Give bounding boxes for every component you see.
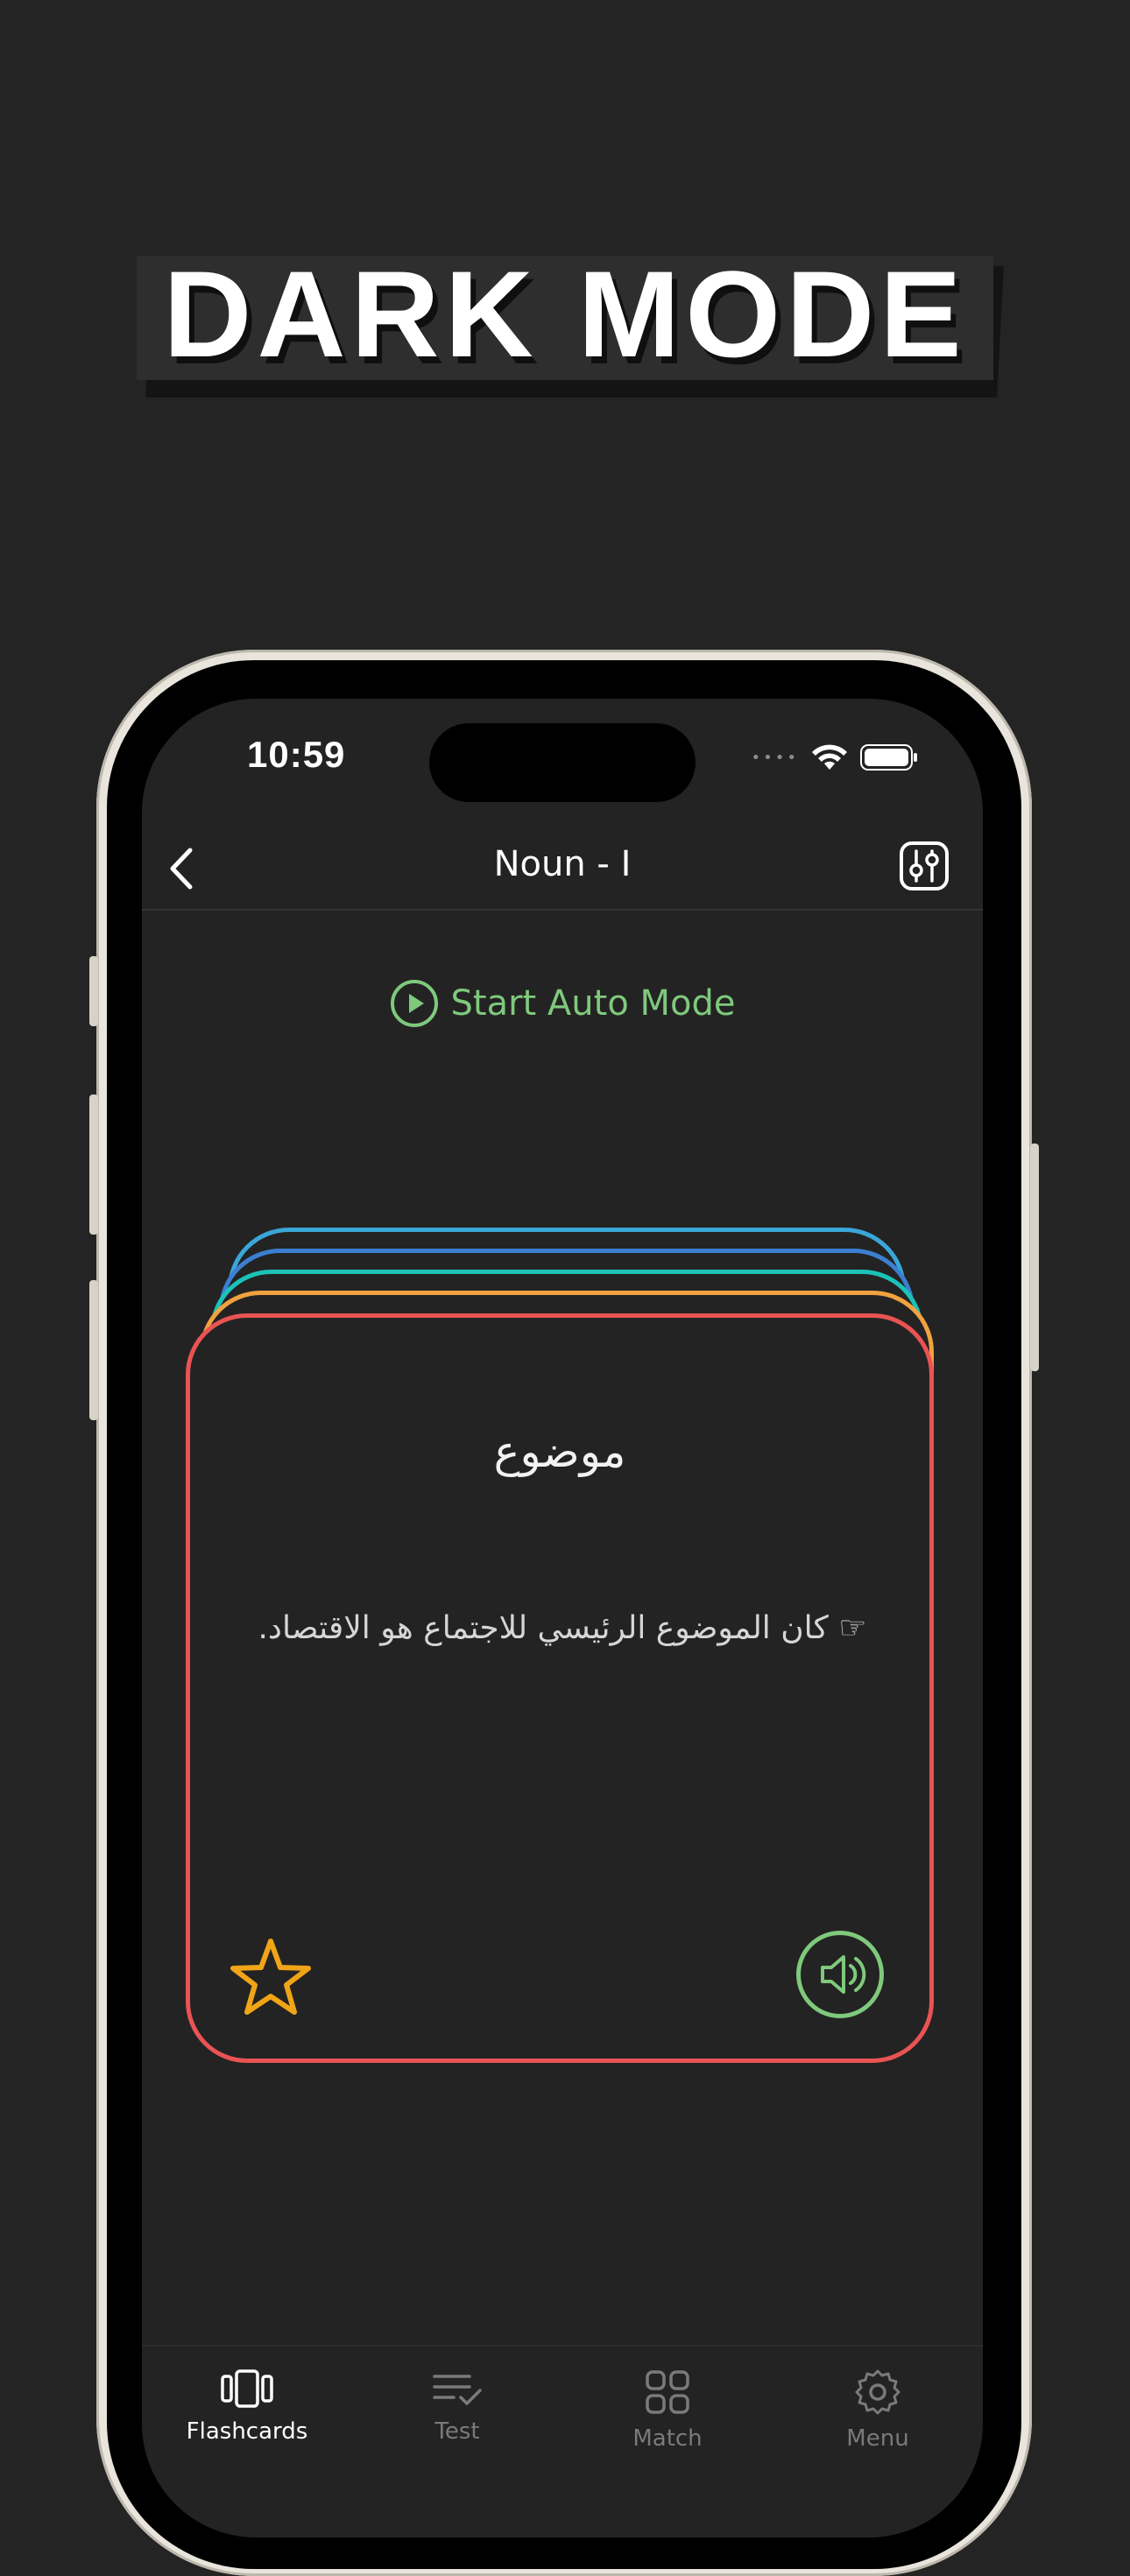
tab-flashcards[interactable]: Flashcards xyxy=(159,2369,335,2445)
promo-headline-area: DARK MODE xyxy=(0,236,1130,412)
filter-settings-button[interactable] xyxy=(899,841,950,891)
side-button-volume-up xyxy=(89,1094,98,1235)
flashcards-icon xyxy=(221,2369,273,2408)
play-sound-button[interactable] xyxy=(796,1931,884,2018)
tab-match[interactable]: Match xyxy=(580,2369,755,2452)
start-auto-mode-button[interactable]: Start Auto Mode xyxy=(142,975,983,1031)
side-button-volume-down xyxy=(89,1280,98,1420)
play-circle-icon xyxy=(390,980,438,1027)
page-title: Noun - I xyxy=(493,844,632,884)
navigation-bar: Noun - I xyxy=(142,828,983,911)
side-button-power xyxy=(1030,1144,1039,1371)
test-checklist-icon xyxy=(433,2375,482,2405)
start-auto-mode-label: Start Auto Mode xyxy=(450,983,736,1024)
sliders-icon xyxy=(900,841,949,890)
bottom-tab-bar: Flashcards Test Match Menu xyxy=(142,2345,983,2537)
phone-screen: 10:59 •••• Noun - I Start Auto Mode موضو… xyxy=(142,699,983,2537)
star-icon xyxy=(230,1939,311,2015)
gear-icon xyxy=(855,2369,900,2415)
side-button-mute xyxy=(89,956,98,1026)
flashcard-example-sentence: ☞ كان الموضوع الرئيسي للاجتماع هو الاقتص… xyxy=(258,1610,867,1646)
status-time: 10:59 xyxy=(247,734,346,775)
battery-icon xyxy=(860,744,917,771)
tab-menu[interactable]: Menu xyxy=(790,2369,965,2452)
dynamic-island xyxy=(429,723,696,802)
favorite-button[interactable] xyxy=(227,1934,314,2022)
match-grid-icon xyxy=(646,2370,689,2414)
flashcard-word: موضوع xyxy=(493,1426,626,1477)
tab-test[interactable]: Test xyxy=(370,2369,545,2445)
wifi-icon xyxy=(812,744,847,770)
signal-dots-icon: •••• xyxy=(751,748,799,767)
status-icons: •••• xyxy=(752,743,918,772)
headline-text: DARK MODE xyxy=(163,245,967,383)
tab-test-label: Test xyxy=(434,2418,480,2445)
flashcard[interactable]: موضوع ☞ كان الموضوع الرئيسي للاجتماع هو … xyxy=(186,1313,934,2063)
tab-flashcards-label: Flashcards xyxy=(186,2418,308,2445)
speaker-icon xyxy=(821,1955,866,1994)
